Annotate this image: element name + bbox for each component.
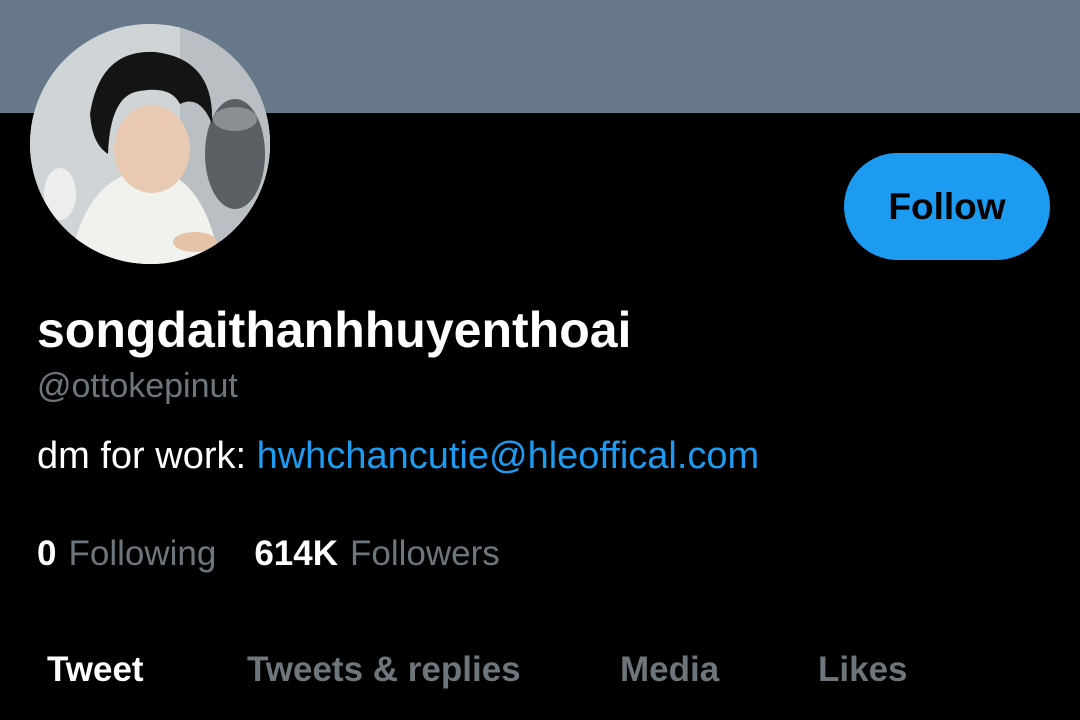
followers-count: 614K	[254, 534, 338, 573]
following-count: 0	[37, 534, 57, 573]
tab-tweet[interactable]: Tweet	[47, 645, 144, 695]
avatar[interactable]	[30, 24, 270, 264]
profile-stats: 0 Following 614K Followers	[37, 532, 538, 576]
tab-tweets-and-replies[interactable]: Tweets & replies	[247, 645, 521, 695]
following-label: Following	[68, 534, 217, 573]
avatar-photo	[30, 24, 270, 264]
follow-button[interactable]: Follow	[844, 153, 1050, 260]
profile-tabs: Tweet Tweets & replies Media Likes	[0, 645, 1080, 695]
bio-email-link[interactable]: hwhchancutie@hleoffical.com	[257, 435, 760, 477]
profile-bio: dm for work: hwhchancutie@hleoffical.com	[37, 432, 759, 480]
profile-page: Follow songdaithanhhuyenthoai @ottokepin…	[0, 0, 1080, 720]
followers-stat[interactable]: 614K Followers	[254, 532, 499, 576]
followers-label: Followers	[350, 534, 500, 573]
user-handle: @ottokepinut	[37, 367, 238, 405]
tab-media[interactable]: Media	[620, 645, 719, 695]
following-stat[interactable]: 0 Following	[37, 532, 216, 576]
tab-likes[interactable]: Likes	[818, 645, 908, 695]
display-name: songdaithanhhuyenthoai	[37, 302, 632, 358]
bio-text: dm for work:	[37, 435, 257, 477]
